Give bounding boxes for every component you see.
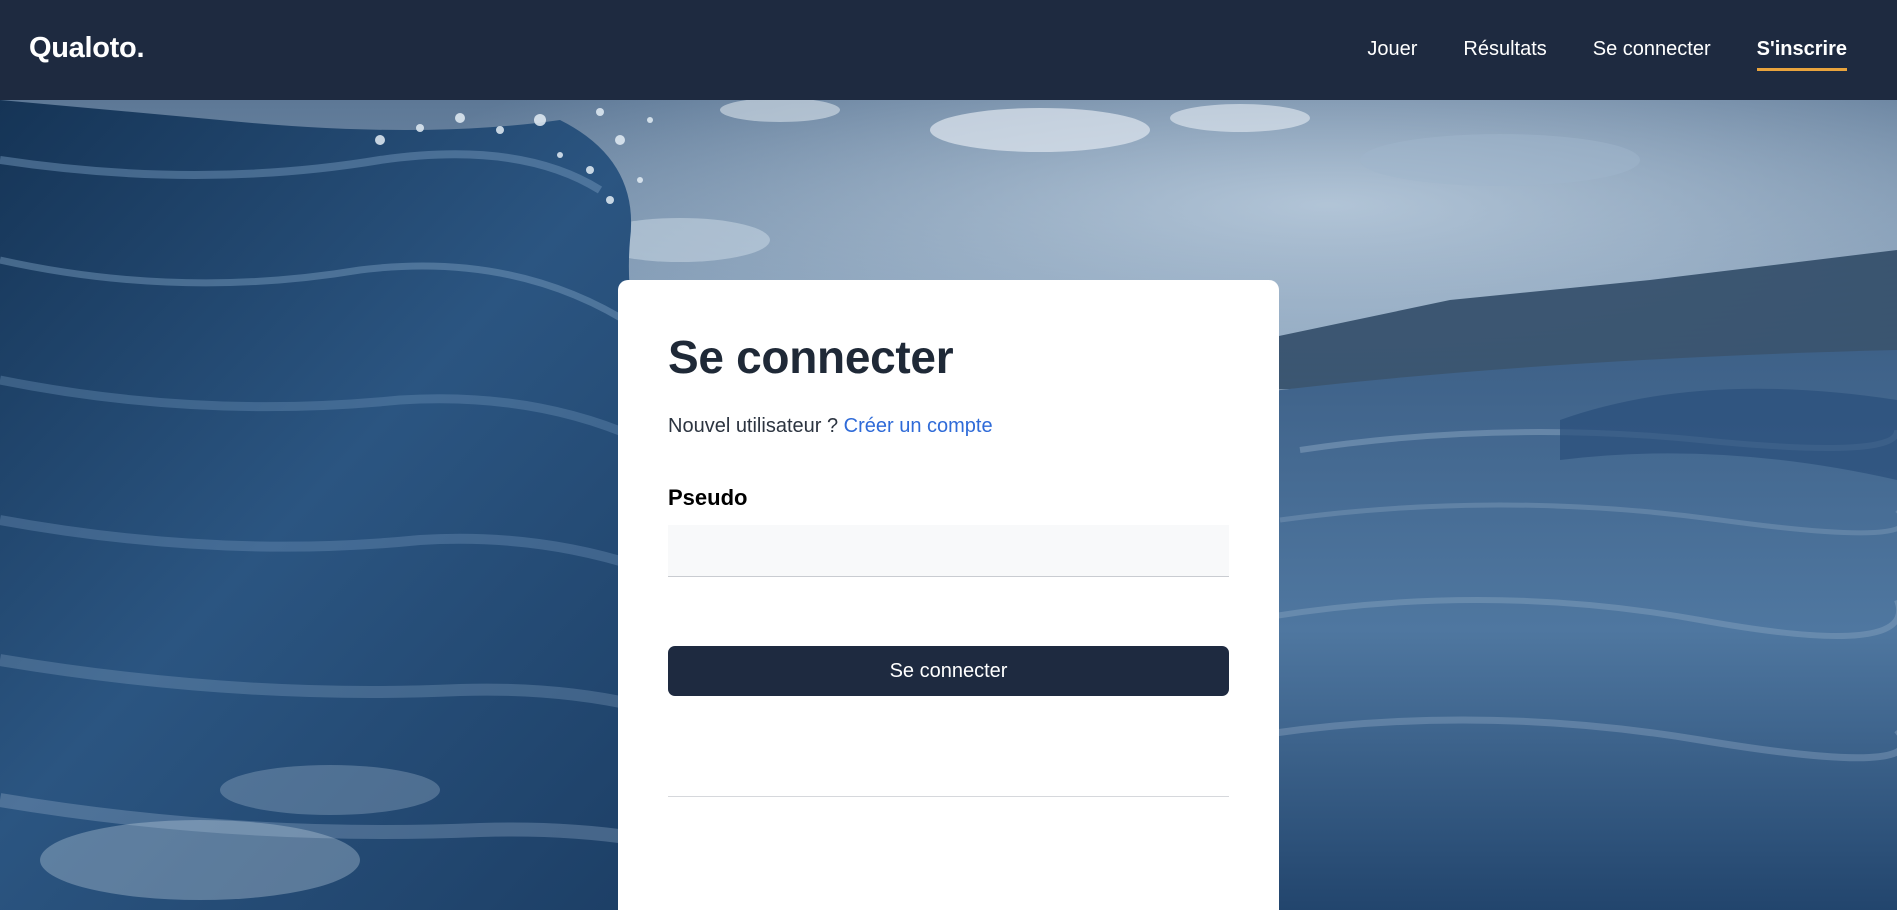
navbar: Qualoto. Jouer Résultats Se connecter S'… [0, 0, 1897, 100]
brand-logo[interactable]: Qualoto. [29, 32, 145, 65]
se-connecter-button[interactable]: Se connecter [668, 646, 1229, 696]
nav-link-resultats[interactable]: Résultats [1463, 38, 1546, 71]
nav-link-s-inscrire[interactable]: S'inscrire [1756, 38, 1847, 71]
create-account-link[interactable]: Créer un compte [844, 415, 993, 437]
nav-menu: Jouer Résultats Se connecter S'inscrire [1367, 38, 1847, 71]
new-user-text: Nouvel utilisateur ? [668, 415, 839, 437]
page-title: Se connecter [668, 331, 954, 383]
divider [668, 796, 1229, 797]
pseudo-label: Pseudo [668, 485, 748, 510]
login-card: Se connecter Nouvel utilisateur ? Créer … [618, 280, 1279, 910]
nav-link-se-connecter[interactable]: Se connecter [1593, 38, 1711, 71]
new-user-prompt: Nouvel utilisateur ? Créer un compte [668, 415, 993, 438]
pseudo-input[interactable] [668, 525, 1229, 577]
nav-link-jouer[interactable]: Jouer [1367, 38, 1417, 71]
